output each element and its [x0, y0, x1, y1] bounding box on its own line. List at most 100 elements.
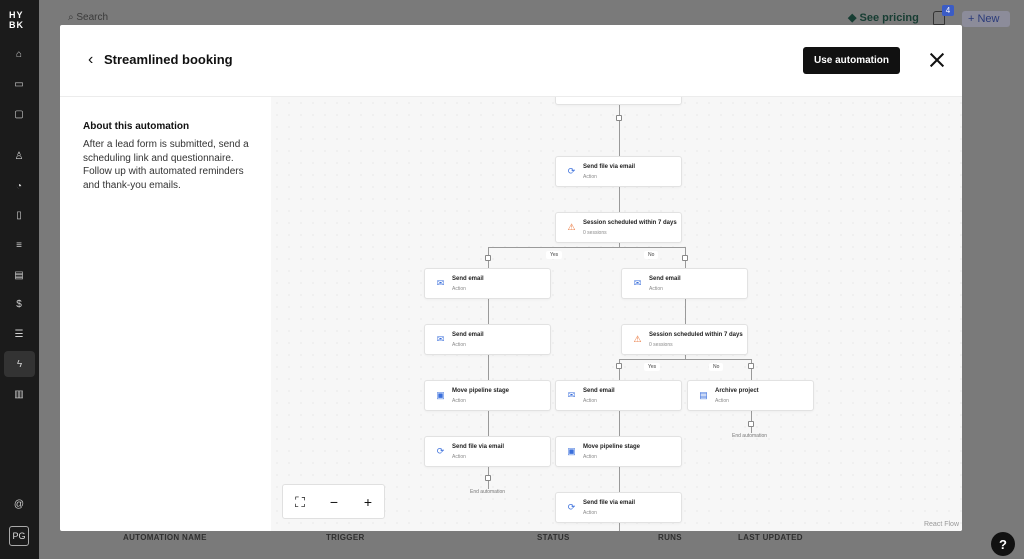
flow-node-subtitle: Action — [452, 454, 466, 460]
flow-edge — [618, 523, 620, 531]
templates-icon[interactable]: ▤ — [12, 268, 26, 282]
invoices-icon[interactable]: ≡ — [12, 238, 26, 252]
column-trigger[interactable]: TRIGGER — [326, 533, 365, 542]
flow-node[interactable]: ▣ Move pipeline stage Action — [555, 436, 682, 467]
flow-node-subtitle: Action — [583, 398, 597, 404]
flow-handle — [748, 363, 754, 369]
flow-edge — [618, 467, 620, 492]
modal-title: Streamlined booking — [104, 52, 233, 67]
flow-controls: ⛶ − + — [282, 484, 385, 519]
reports-icon[interactable]: ▥ — [12, 387, 26, 401]
flow-node-subtitle: Action — [715, 398, 729, 404]
flow-node-subtitle: Action — [583, 174, 597, 180]
flow-edge — [619, 358, 751, 360]
avatar[interactable]: PG — [9, 526, 29, 546]
at-icon[interactable]: @ — [12, 497, 26, 511]
fit-view-button[interactable]: ⛶ — [291, 493, 309, 511]
flow-node[interactable]: ▤ Archive project Action — [687, 380, 814, 411]
home-icon[interactable]: ⌂ — [12, 47, 26, 61]
help-button[interactable]: ? — [991, 532, 1015, 556]
flow-node-subtitle: 0 sessions — [649, 342, 673, 348]
column-runs[interactable]: RUNS — [658, 533, 682, 542]
flow-node-subtitle: Action — [452, 342, 466, 348]
flow-node[interactable]: ⚠ Session scheduled within 7 days 0 sessio… — [555, 212, 682, 243]
branch-label-no: No — [644, 251, 659, 259]
projects-icon[interactable]: ◔ — [12, 179, 26, 193]
flow-node[interactable]: ✉ Send email Action — [621, 268, 748, 299]
flow-edge — [618, 411, 620, 436]
flow-handle — [485, 475, 491, 481]
condition-icon: ⚠ — [567, 222, 576, 232]
archive-icon: ▤ — [699, 390, 708, 400]
close-icon[interactable] — [928, 51, 946, 69]
flow-node[interactable]: ⟳ Send file via email Action — [555, 492, 682, 523]
flow-node-subtitle: Action — [583, 454, 597, 460]
flow-node-title: Session scheduled within 7 days — [649, 332, 743, 338]
flow-handle — [748, 421, 754, 427]
payments-icon[interactable]: $ — [12, 297, 26, 311]
flow-node-title: Move pipeline stage — [452, 388, 510, 394]
zoom-in-button[interactable]: + — [359, 493, 377, 511]
notification-badge: 4 — [942, 5, 954, 16]
flow-edge — [487, 299, 489, 324]
flow-edge — [684, 299, 686, 324]
flow-node[interactable]: ✉ Send email Action — [424, 324, 551, 355]
flow-canvas[interactable]: ⛶ − + React Flow Yes No Yes No End automatio… — [271, 97, 962, 531]
flow-handle — [616, 115, 622, 121]
flow-node-title: Send email — [452, 332, 484, 338]
column-status[interactable]: STATUS — [537, 533, 570, 542]
zoom-out-button[interactable]: − — [325, 493, 343, 511]
flow-node-title: Send file via email — [452, 444, 505, 450]
about-panel: About this automation After a lead form … — [83, 121, 251, 192]
pipeline-icon: ▣ — [436, 390, 445, 400]
condition-icon: ⚠ — [633, 334, 642, 344]
flow-edge — [487, 411, 489, 436]
flow-node[interactable]: ⟳ Send file via email Action — [424, 436, 551, 467]
flow-node[interactable]: ⚠ Session scheduled within 7 days 0 sessio… — [621, 324, 748, 355]
end-automation-label: End automation — [732, 433, 768, 439]
email-icon: ✉ — [436, 334, 445, 344]
flow-node-title: Move pipeline stage — [583, 444, 641, 450]
column-automation-name[interactable]: AUTOMATION NAME — [123, 533, 207, 542]
flow-node[interactable]: ✉ Send email Action — [424, 268, 551, 299]
documents-icon[interactable]: ▯ — [12, 208, 26, 222]
flow-node-subtitle: Action — [583, 510, 597, 516]
app-logo[interactable]: HY BK — [9, 10, 29, 30]
new-button[interactable]: + New — [962, 11, 1010, 27]
file-send-icon: ⟳ — [567, 502, 576, 512]
flow-node[interactable]: ✉ Send email Action — [555, 380, 682, 411]
back-chevron-icon[interactable]: ‹ — [88, 51, 102, 69]
sidebar: HY BK ⌂ ▭ ▢ ♙ ◔ ▯ ≡ ▤ $ ☰ ϟ ▥ @ PG — [0, 0, 39, 559]
inbox-icon[interactable]: ▭ — [12, 77, 26, 91]
automation-modal: ‹ Streamlined booking Use automation Abo… — [60, 25, 962, 531]
diamond-icon: ◆ — [848, 12, 860, 24]
end-automation-label: End automation — [470, 489, 506, 495]
email-icon: ✉ — [436, 278, 445, 288]
automations-icon[interactable]: ϟ — [4, 351, 35, 377]
branch-label-yes: Yes — [644, 363, 661, 371]
branch-label-no: No — [709, 363, 724, 371]
email-icon: ✉ — [633, 278, 642, 288]
flow-node-title: Archive project — [715, 388, 759, 394]
see-pricing-label: See pricing — [859, 12, 919, 24]
see-pricing-link[interactable]: ◆ See pricing — [848, 11, 919, 24]
react-flow-attribution[interactable]: React Flow — [924, 521, 959, 528]
flow-handle — [485, 255, 491, 261]
flow-node[interactable]: ▣ Move pipeline stage Action — [424, 380, 551, 411]
flow-handle — [616, 363, 622, 369]
contacts-icon[interactable]: ♙ — [12, 149, 26, 163]
about-heading: About this automation — [83, 121, 190, 132]
column-last-updated[interactable]: LAST UPDATED — [738, 533, 803, 542]
flow-node-subtitle: Action — [452, 398, 466, 404]
flow-node-partial[interactable] — [555, 97, 682, 105]
flow-node-subtitle: Action — [452, 286, 466, 292]
flow-edge — [618, 97, 620, 156]
flow-edge — [618, 187, 620, 212]
pipeline-icon: ▣ — [567, 446, 576, 456]
list-icon[interactable]: ☰ — [12, 327, 26, 341]
use-automation-button[interactable]: Use automation — [803, 47, 900, 74]
flow-node[interactable]: ⟳ Send file via email Action — [555, 156, 682, 187]
app: HY BK ⌂ ▭ ▢ ♙ ◔ ▯ ≡ ▤ $ ☰ ϟ ▥ @ PG ⌕ Sea… — [0, 0, 1024, 559]
flow-node-title: Send file via email — [583, 164, 636, 170]
calendar-icon[interactable]: ▢ — [12, 107, 26, 121]
